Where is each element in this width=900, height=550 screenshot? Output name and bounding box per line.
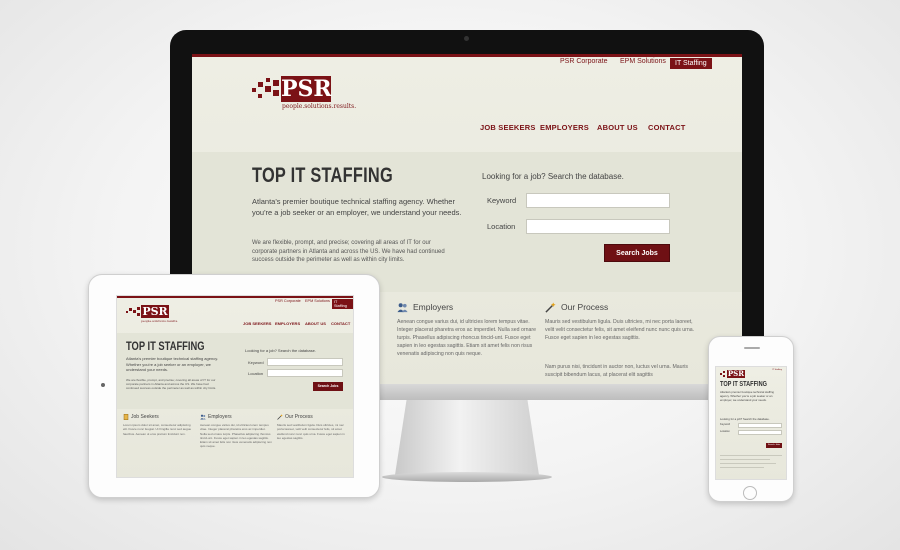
- keyword-input[interactable]: [738, 423, 782, 428]
- nav-about-us[interactable]: ABOUT US: [597, 123, 638, 132]
- search-jobs-button[interactable]: Search Jobs: [313, 382, 343, 391]
- location-input[interactable]: [526, 219, 670, 234]
- nav-about-us[interactable]: ABOUT US: [305, 321, 326, 326]
- home-button[interactable]: [743, 486, 757, 500]
- logo-tagline: people.solutions.results.: [141, 319, 179, 323]
- hero-body: We are flexible, prompt, and precise; co…: [252, 240, 445, 263]
- employers-text: Aenean congue varius dui, id ultricies l…: [397, 319, 536, 357]
- location-input[interactable]: [267, 369, 343, 377]
- our-process-text: Mauris sed vestibulum ligula. Duis ultri…: [277, 423, 345, 440]
- util-link-it-staffing[interactable]: IT Staffing: [332, 299, 353, 309]
- people-icon: [200, 414, 206, 420]
- keyword-label: Keyword: [720, 423, 731, 426]
- logo-wordmark: PSR: [141, 305, 169, 318]
- util-link-it-staffing[interactable]: IT Staffing: [772, 369, 782, 371]
- search-heading: Looking for a job? Search the database.: [245, 348, 316, 353]
- util-link-it-staffing[interactable]: IT Staffing: [670, 58, 712, 69]
- util-link-psr-corporate[interactable]: PSR Corporate: [275, 299, 301, 303]
- magic-wand-icon: [277, 414, 283, 420]
- logo-wordmark: PSR: [281, 76, 332, 102]
- search-jobs-button[interactable]: Search Jobs: [604, 244, 670, 262]
- nav-job-seekers[interactable]: JOB SEEKERS: [480, 123, 536, 132]
- search-jobs-button[interactable]: Search Jobs: [766, 443, 782, 448]
- nav-contact[interactable]: CONTACT: [648, 123, 686, 132]
- imac-foot: [382, 472, 552, 482]
- job-seekers-text: Lorem ipsum dolor sit amet, consectetur …: [123, 423, 192, 436]
- our-process-heading: Our Process: [561, 302, 609, 312]
- people-icon: [397, 303, 408, 313]
- hero-lead: Atlanta's premier boutique technical sta…: [126, 356, 219, 372]
- hero-lead: Atlanta's premier boutique technical sta…: [252, 197, 462, 217]
- logo-wordmark: PSR: [727, 369, 745, 378]
- job-seekers-heading: Job Seekers: [131, 414, 159, 420]
- keyword-label: Keyword: [487, 196, 517, 205]
- document-icon: [123, 414, 129, 420]
- hero-title: TOP IT STAFFING: [720, 381, 767, 388]
- brand-strip: [117, 296, 353, 298]
- location-label: Location: [720, 430, 730, 433]
- hero-title: TOP IT STAFFING: [126, 339, 205, 353]
- employers-text: Aenean congue varius dui, id ultricies l…: [200, 423, 272, 449]
- nav-employers[interactable]: EMPLOYERS: [540, 123, 589, 132]
- location-input[interactable]: [738, 430, 782, 435]
- ipad-screen: PSR Corporate EPM Solutions IT Staffing …: [116, 295, 354, 478]
- text-line: [720, 459, 770, 460]
- keyword-label: Keyword: [248, 360, 264, 365]
- util-link-epm-solutions[interactable]: EPM Solutions: [620, 58, 666, 65]
- our-process-heading: Our Process: [285, 414, 313, 420]
- util-link-epm-solutions[interactable]: EPM Solutions: [305, 299, 330, 303]
- nav-job-seekers[interactable]: JOB SEEKERS: [243, 321, 271, 326]
- magic-wand-icon: [545, 302, 556, 313]
- text-line: [720, 463, 776, 464]
- iphone-screen: IT Staffing PSR TOP IT STAFFING Atlanta'…: [715, 366, 787, 480]
- search-heading: Looking for a job? Search the database.: [720, 417, 770, 421]
- camera: [464, 36, 469, 41]
- brand-strip: [192, 54, 742, 57]
- util-link-psr-corporate[interactable]: PSR Corporate: [560, 58, 607, 65]
- keyword-input[interactable]: [267, 358, 343, 366]
- location-label: Location: [248, 371, 264, 376]
- psr-logo[interactable]: PSR people.solutions.results.: [126, 305, 186, 325]
- camera: [101, 383, 105, 387]
- ipad-device: PSR Corporate EPM Solutions IT Staffing …: [88, 274, 380, 498]
- our-process-text: Mauris sed vestibulum ligula. Duis ultri…: [545, 319, 695, 341]
- employers-heading: Employers: [413, 302, 454, 312]
- employers-heading: Employers: [208, 414, 232, 420]
- nav-employers[interactable]: EMPLOYERS: [275, 321, 300, 326]
- psr-logo[interactable]: PSR people.solutions.results.: [252, 76, 362, 116]
- hero-lead: Atlanta's premier boutique technical sta…: [720, 390, 774, 402]
- logo-tagline: people.solutions.results.: [282, 103, 357, 110]
- our-process-text-2: Nam purus nisi, tincidunt in auctor non,…: [545, 364, 689, 378]
- hero-body: We are flexible, prompt, and precise; co…: [126, 378, 217, 391]
- location-label: Location: [487, 222, 516, 231]
- speaker: [744, 347, 760, 349]
- text-line: [720, 467, 764, 468]
- text-line: [720, 455, 782, 456]
- imac-stand: [395, 400, 539, 475]
- hero-title: TOP IT STAFFING: [252, 164, 393, 187]
- search-heading: Looking for a job? Search the database.: [482, 172, 624, 181]
- nav-contact[interactable]: CONTACT: [331, 321, 350, 326]
- iphone-device: IT Staffing PSR TOP IT STAFFING Atlanta'…: [708, 336, 794, 502]
- keyword-input[interactable]: [526, 193, 670, 208]
